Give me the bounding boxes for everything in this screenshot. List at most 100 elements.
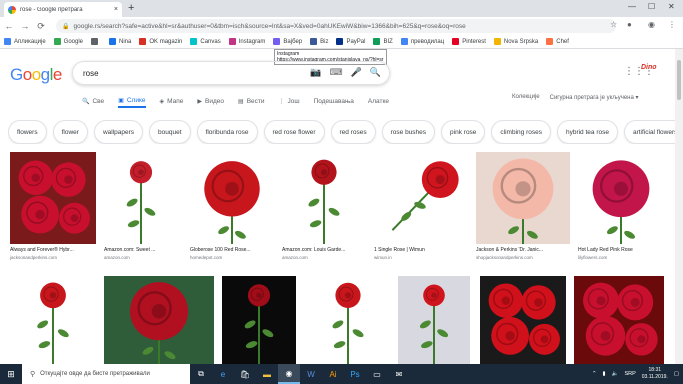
store-icon[interactable]: 🛍 bbox=[234, 364, 256, 384]
search-tab[interactable]: ◈ Мапе bbox=[160, 94, 184, 108]
google-logo[interactable]: Google bbox=[10, 65, 62, 85]
related-chip[interactable]: climbing roses bbox=[491, 120, 551, 144]
microphone-icon[interactable]: 🎤 bbox=[351, 67, 362, 78]
image-caption[interactable]: Hot Lady Red Pink Rose bbox=[578, 247, 664, 253]
image-source[interactable]: homedepot.com bbox=[190, 255, 274, 260]
search-query[interactable]: rose bbox=[83, 69, 99, 78]
bookmark-item[interactable]: Chef bbox=[546, 38, 569, 45]
search-tab[interactable]: ▶ Видео bbox=[197, 94, 224, 108]
scrollbar-thumb[interactable] bbox=[677, 60, 681, 100]
bookmark-item[interactable]: Вајбер bbox=[273, 38, 302, 45]
language-indicator[interactable]: SRP bbox=[624, 371, 635, 377]
photoshop-icon[interactable]: Ps bbox=[344, 364, 366, 384]
image-result[interactable] bbox=[10, 276, 96, 364]
search-tab[interactable]: Подешавања bbox=[314, 94, 354, 108]
bookmark-item[interactable]: Google bbox=[53, 38, 83, 45]
forward-arrow-icon[interactable]: → bbox=[18, 21, 32, 31]
search-tab[interactable]: ▤ Вести bbox=[238, 94, 264, 108]
collections-link[interactable]: Колекције bbox=[512, 94, 540, 101]
bookmark-item[interactable]: Canvas bbox=[190, 38, 221, 45]
bookmark-item[interactable]: PayPal bbox=[336, 38, 365, 45]
image-result[interactable] bbox=[398, 276, 470, 364]
bookmark-item[interactable]: Nova Srpska bbox=[493, 38, 538, 45]
clock[interactable]: 18:31 03.11.2019. bbox=[642, 367, 668, 381]
windows-start-icon[interactable]: ⊞ bbox=[0, 364, 22, 384]
image-result[interactable] bbox=[104, 152, 178, 244]
image-result[interactable] bbox=[578, 152, 664, 244]
back-arrow-icon[interactable]: ← bbox=[2, 21, 16, 31]
new-tab-button[interactable]: + bbox=[128, 2, 134, 14]
related-chip[interactable]: flowers bbox=[8, 120, 47, 144]
bookmark-item[interactable]: Instagram bbox=[228, 38, 265, 45]
related-chip[interactable]: bouquet bbox=[149, 120, 191, 144]
network-icon[interactable]: ▮ bbox=[603, 371, 606, 377]
related-chip[interactable]: flower bbox=[52, 120, 88, 144]
image-source[interactable]: amazon.com bbox=[282, 255, 366, 260]
bookmark-item[interactable] bbox=[91, 38, 101, 45]
file-explorer-icon[interactable]: ▬ bbox=[256, 364, 278, 384]
illustrator-icon[interactable]: Ai bbox=[322, 364, 344, 384]
image-source[interactable]: lilyflowers.com bbox=[578, 255, 664, 260]
related-chip[interactable]: floribunda rose bbox=[196, 120, 258, 144]
search-tab[interactable]: ▣ Слике bbox=[118, 94, 146, 108]
image-result[interactable] bbox=[104, 276, 214, 364]
related-chip[interactable]: wallpapers bbox=[93, 120, 144, 144]
image-result[interactable] bbox=[222, 276, 296, 364]
related-chip[interactable]: artificial flowers bbox=[623, 120, 676, 144]
search-tab[interactable]: ⋮ Још bbox=[279, 94, 300, 108]
related-chip[interactable]: hybrid tea rose bbox=[556, 120, 618, 144]
related-chip[interactable]: rose bushes bbox=[381, 120, 436, 144]
task-view-icon[interactable]: ⧉ bbox=[190, 364, 212, 384]
camera-icon[interactable]: 📷 bbox=[310, 67, 321, 78]
tray-chevron-icon[interactable]: ⌃ bbox=[592, 371, 597, 377]
image-result[interactable] bbox=[282, 152, 366, 244]
bookmark-item[interactable]: Biz bbox=[310, 38, 328, 45]
image-source[interactable]: wimun.in bbox=[374, 255, 466, 260]
search-icon[interactable]: 🔍 bbox=[370, 67, 381, 78]
image-caption[interactable]: Globerose 100 Red Rose... bbox=[190, 247, 274, 253]
keyboard-icon[interactable]: ⌨ bbox=[330, 67, 343, 78]
search-tab[interactable]: Алатке bbox=[368, 94, 389, 108]
browser-tab[interactable]: rose - Google претрага × bbox=[4, 2, 122, 17]
image-result[interactable] bbox=[10, 152, 96, 244]
search-box[interactable]: rose 📷 ⌨ 🎤 🔍 bbox=[72, 61, 390, 85]
image-result[interactable] bbox=[480, 276, 566, 364]
image-result[interactable] bbox=[190, 152, 274, 244]
bookmark-item[interactable]: Pinterest bbox=[452, 38, 486, 45]
close-window-button[interactable]: ✕ bbox=[668, 2, 675, 11]
edge-icon[interactable]: e bbox=[212, 364, 234, 384]
word-icon[interactable]: W bbox=[300, 364, 322, 384]
image-result[interactable] bbox=[476, 152, 570, 244]
menu-kebab-icon[interactable]: ⋮ bbox=[668, 20, 676, 29]
image-caption[interactable]: Amazon.com: Sweet ... bbox=[104, 247, 178, 253]
safe-search-toggle[interactable]: Сигурна претрага је укључена ▾ bbox=[550, 94, 639, 101]
mail-icon[interactable]: ✉ bbox=[388, 364, 410, 384]
bookmark-item[interactable]: BIZ bbox=[373, 38, 393, 45]
image-result[interactable] bbox=[306, 276, 390, 364]
taskbar-search[interactable]: ⚲ Откуцајте овде да бисте претраживали bbox=[22, 364, 190, 384]
image-caption[interactable]: Amazon.com: Louis Garde... bbox=[282, 247, 366, 253]
image-caption[interactable]: 1 Single Rose | Wimun bbox=[374, 247, 466, 253]
bookmark-star-icon[interactable]: ☆ bbox=[610, 20, 617, 29]
minimize-button[interactable]: — bbox=[628, 2, 636, 11]
search-tab[interactable]: 🔍 Све bbox=[82, 94, 104, 108]
profile-icon[interactable]: ◉ bbox=[648, 20, 655, 29]
notifications-icon[interactable]: ▢ bbox=[674, 371, 679, 377]
image-caption[interactable]: Jackson & Perkins 'Dr. Janic... bbox=[476, 247, 570, 253]
bookmark-item[interactable]: Nina bbox=[109, 38, 131, 45]
extension-icon[interactable]: ● bbox=[627, 20, 632, 29]
photos-icon[interactable]: ▭ bbox=[366, 364, 388, 384]
image-result[interactable] bbox=[374, 152, 466, 244]
related-chip[interactable]: red rose flower bbox=[263, 120, 325, 144]
avatar[interactable]: Dino bbox=[641, 64, 659, 78]
volume-icon[interactable]: 🔈 bbox=[612, 371, 619, 377]
bookmark-item[interactable]: OK magazin bbox=[139, 38, 182, 45]
bookmark-item[interactable]: Апликације bbox=[4, 38, 46, 45]
related-chip[interactable]: red roses bbox=[330, 120, 376, 144]
image-caption[interactable]: Always and Forever® Hybr... bbox=[10, 247, 96, 253]
image-source[interactable]: jacksonandperkins.com bbox=[10, 255, 96, 260]
maximize-button[interactable]: ☐ bbox=[648, 2, 655, 11]
reload-icon[interactable]: ⟳ bbox=[34, 21, 48, 32]
image-source[interactable]: shopjacksonandperkins.com bbox=[476, 255, 570, 260]
address-bar[interactable]: 🔒 google.rs/search?safe=active&hl=sr&aut… bbox=[56, 19, 616, 33]
